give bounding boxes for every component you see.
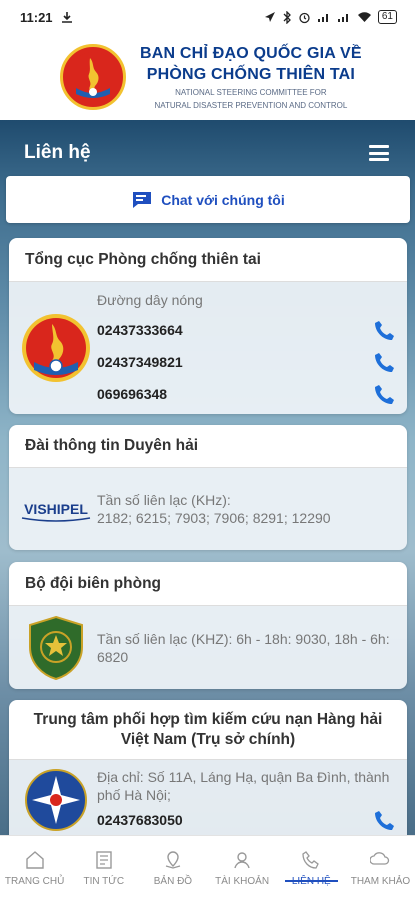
contact-card-border-guard: Bộ đội biên phòng Tần số liên lạc (KHZ):… xyxy=(9,562,407,689)
reference-icon xyxy=(370,851,390,865)
chat-button-label: Chat với chúng tôi xyxy=(161,191,285,208)
header-banner: BAN CHỈ ĐẠO QUỐC GIA VỀ PHÒNG CHỐNG THIÊ… xyxy=(0,34,415,120)
border-guard-logo xyxy=(29,615,83,680)
nav-label: TÀI KHOẢN xyxy=(215,875,270,887)
nav-item-home[interactable]: TRANG CHỦ xyxy=(0,836,69,900)
phone-number: 069696348 xyxy=(97,386,168,402)
battery-indicator: 61 xyxy=(377,10,397,24)
signal-icon xyxy=(317,14,328,22)
committee-logo xyxy=(60,44,126,110)
phone-row: 02437349821 xyxy=(97,346,397,378)
banner-subtitle-line1: NATIONAL STEERING COMMITTEE FOR xyxy=(175,88,327,97)
phone-call-icon[interactable] xyxy=(373,318,397,342)
status-bar: 11:21 61 xyxy=(0,0,415,34)
phone-number: 02437333664 xyxy=(97,322,183,338)
nav-item-contact[interactable]: LIÊN HỆ xyxy=(277,836,346,900)
frequency-text: Tần số liên lạc (KHZ): 6h - 18h: 9030, 1… xyxy=(97,630,390,665)
alarm-icon xyxy=(299,12,310,23)
nav-item-reference[interactable]: THAM KHẢO xyxy=(346,836,415,900)
card-title: Đài thông tin Duyên hải xyxy=(9,425,407,468)
wifi-icon xyxy=(357,12,371,22)
phone-row: 069696348 xyxy=(97,378,397,410)
news-icon xyxy=(96,850,112,869)
frequency-values: 2182; 6215; 7903; 7906; 8291; 12290 xyxy=(97,510,331,526)
contact-card-disaster-prevention: Tổng cục Phòng chống thiên tai Đường dây… xyxy=(9,238,407,414)
banner-title-line1: BAN CHỈ ĐẠO QUỐC GIA VỀ xyxy=(140,45,362,62)
contact-icon xyxy=(302,850,320,869)
location-icon xyxy=(264,12,275,22)
emblem-icon xyxy=(68,52,118,102)
bottom-nav: TRANG CHỦ TIN TỨC BẢN ĐỒ TÀI KHOẢN LIÊN … xyxy=(0,835,415,900)
chat-icon xyxy=(133,191,152,208)
nav-label: TRANG CHỦ xyxy=(4,875,65,887)
account-icon xyxy=(234,851,250,868)
home-icon xyxy=(25,850,44,869)
hotline-label: Đường dây nóng xyxy=(97,292,203,308)
nav-label: BẢN ĐỒ xyxy=(153,875,193,887)
phone-call-icon[interactable] xyxy=(373,382,397,406)
banner-title-line2: PHÒNG CHỐNG THIÊN TAI xyxy=(146,66,356,83)
phone-row: 02437683050 xyxy=(97,804,397,835)
signal-icon-2 xyxy=(337,14,348,22)
address-text: Địa chỉ: Số 11A, Láng Hạ, quận Ba Đình, … xyxy=(97,769,390,803)
phone-call-icon[interactable] xyxy=(373,808,397,832)
nav-item-news[interactable]: TIN TỨC xyxy=(69,836,138,900)
map-icon xyxy=(165,850,181,869)
nav-item-account[interactable]: TÀI KHOẢN xyxy=(208,836,277,900)
chat-button[interactable]: Chat với chúng tôi xyxy=(6,176,410,223)
nav-label: TIN TỨC xyxy=(83,875,125,887)
card-title: Bộ đội biên phòng xyxy=(9,562,407,606)
disaster-agency-logo xyxy=(22,314,90,382)
bluetooth-icon xyxy=(283,10,291,24)
vishipel-logo: VISHIPEL xyxy=(21,501,91,522)
nav-item-map[interactable]: BẢN ĐỒ xyxy=(138,836,207,900)
contact-card-vishipel: Đài thông tin Duyên hải VISHIPEL Tần số … xyxy=(9,425,407,550)
nav-label: THAM KHẢO xyxy=(350,875,411,887)
status-time: 11:21 xyxy=(20,9,53,25)
maritime-rescue-logo xyxy=(25,769,87,831)
phone-number: 02437349821 xyxy=(97,354,183,370)
contact-card-maritime-rescue: Trung tâm phối hợp tìm kiếm cứu nạn Hàng… xyxy=(9,700,407,835)
card-title: Trung tâm phối hợp tìm kiếm cứu nạn Hàng… xyxy=(9,700,407,760)
phone-number: 02437683050 xyxy=(97,812,183,828)
menu-icon[interactable] xyxy=(369,145,389,161)
card-title: Tổng cục Phòng chống thiên tai xyxy=(9,238,407,282)
page-header: Liên hệ xyxy=(0,130,415,176)
page-title: Liên hệ xyxy=(24,142,91,163)
phone-row: 02437333664 xyxy=(97,314,397,346)
frequency-label: Tần số liên lạc (KHz): xyxy=(97,492,231,508)
nav-label: LIÊN HỆ xyxy=(291,875,331,887)
svg-text:VISHIPEL: VISHIPEL xyxy=(24,501,88,517)
phone-call-icon[interactable] xyxy=(373,350,397,374)
banner-subtitle-line2: NATURAL DISASTER PREVENTION AND CONTROL xyxy=(154,101,348,110)
download-icon xyxy=(61,12,72,23)
